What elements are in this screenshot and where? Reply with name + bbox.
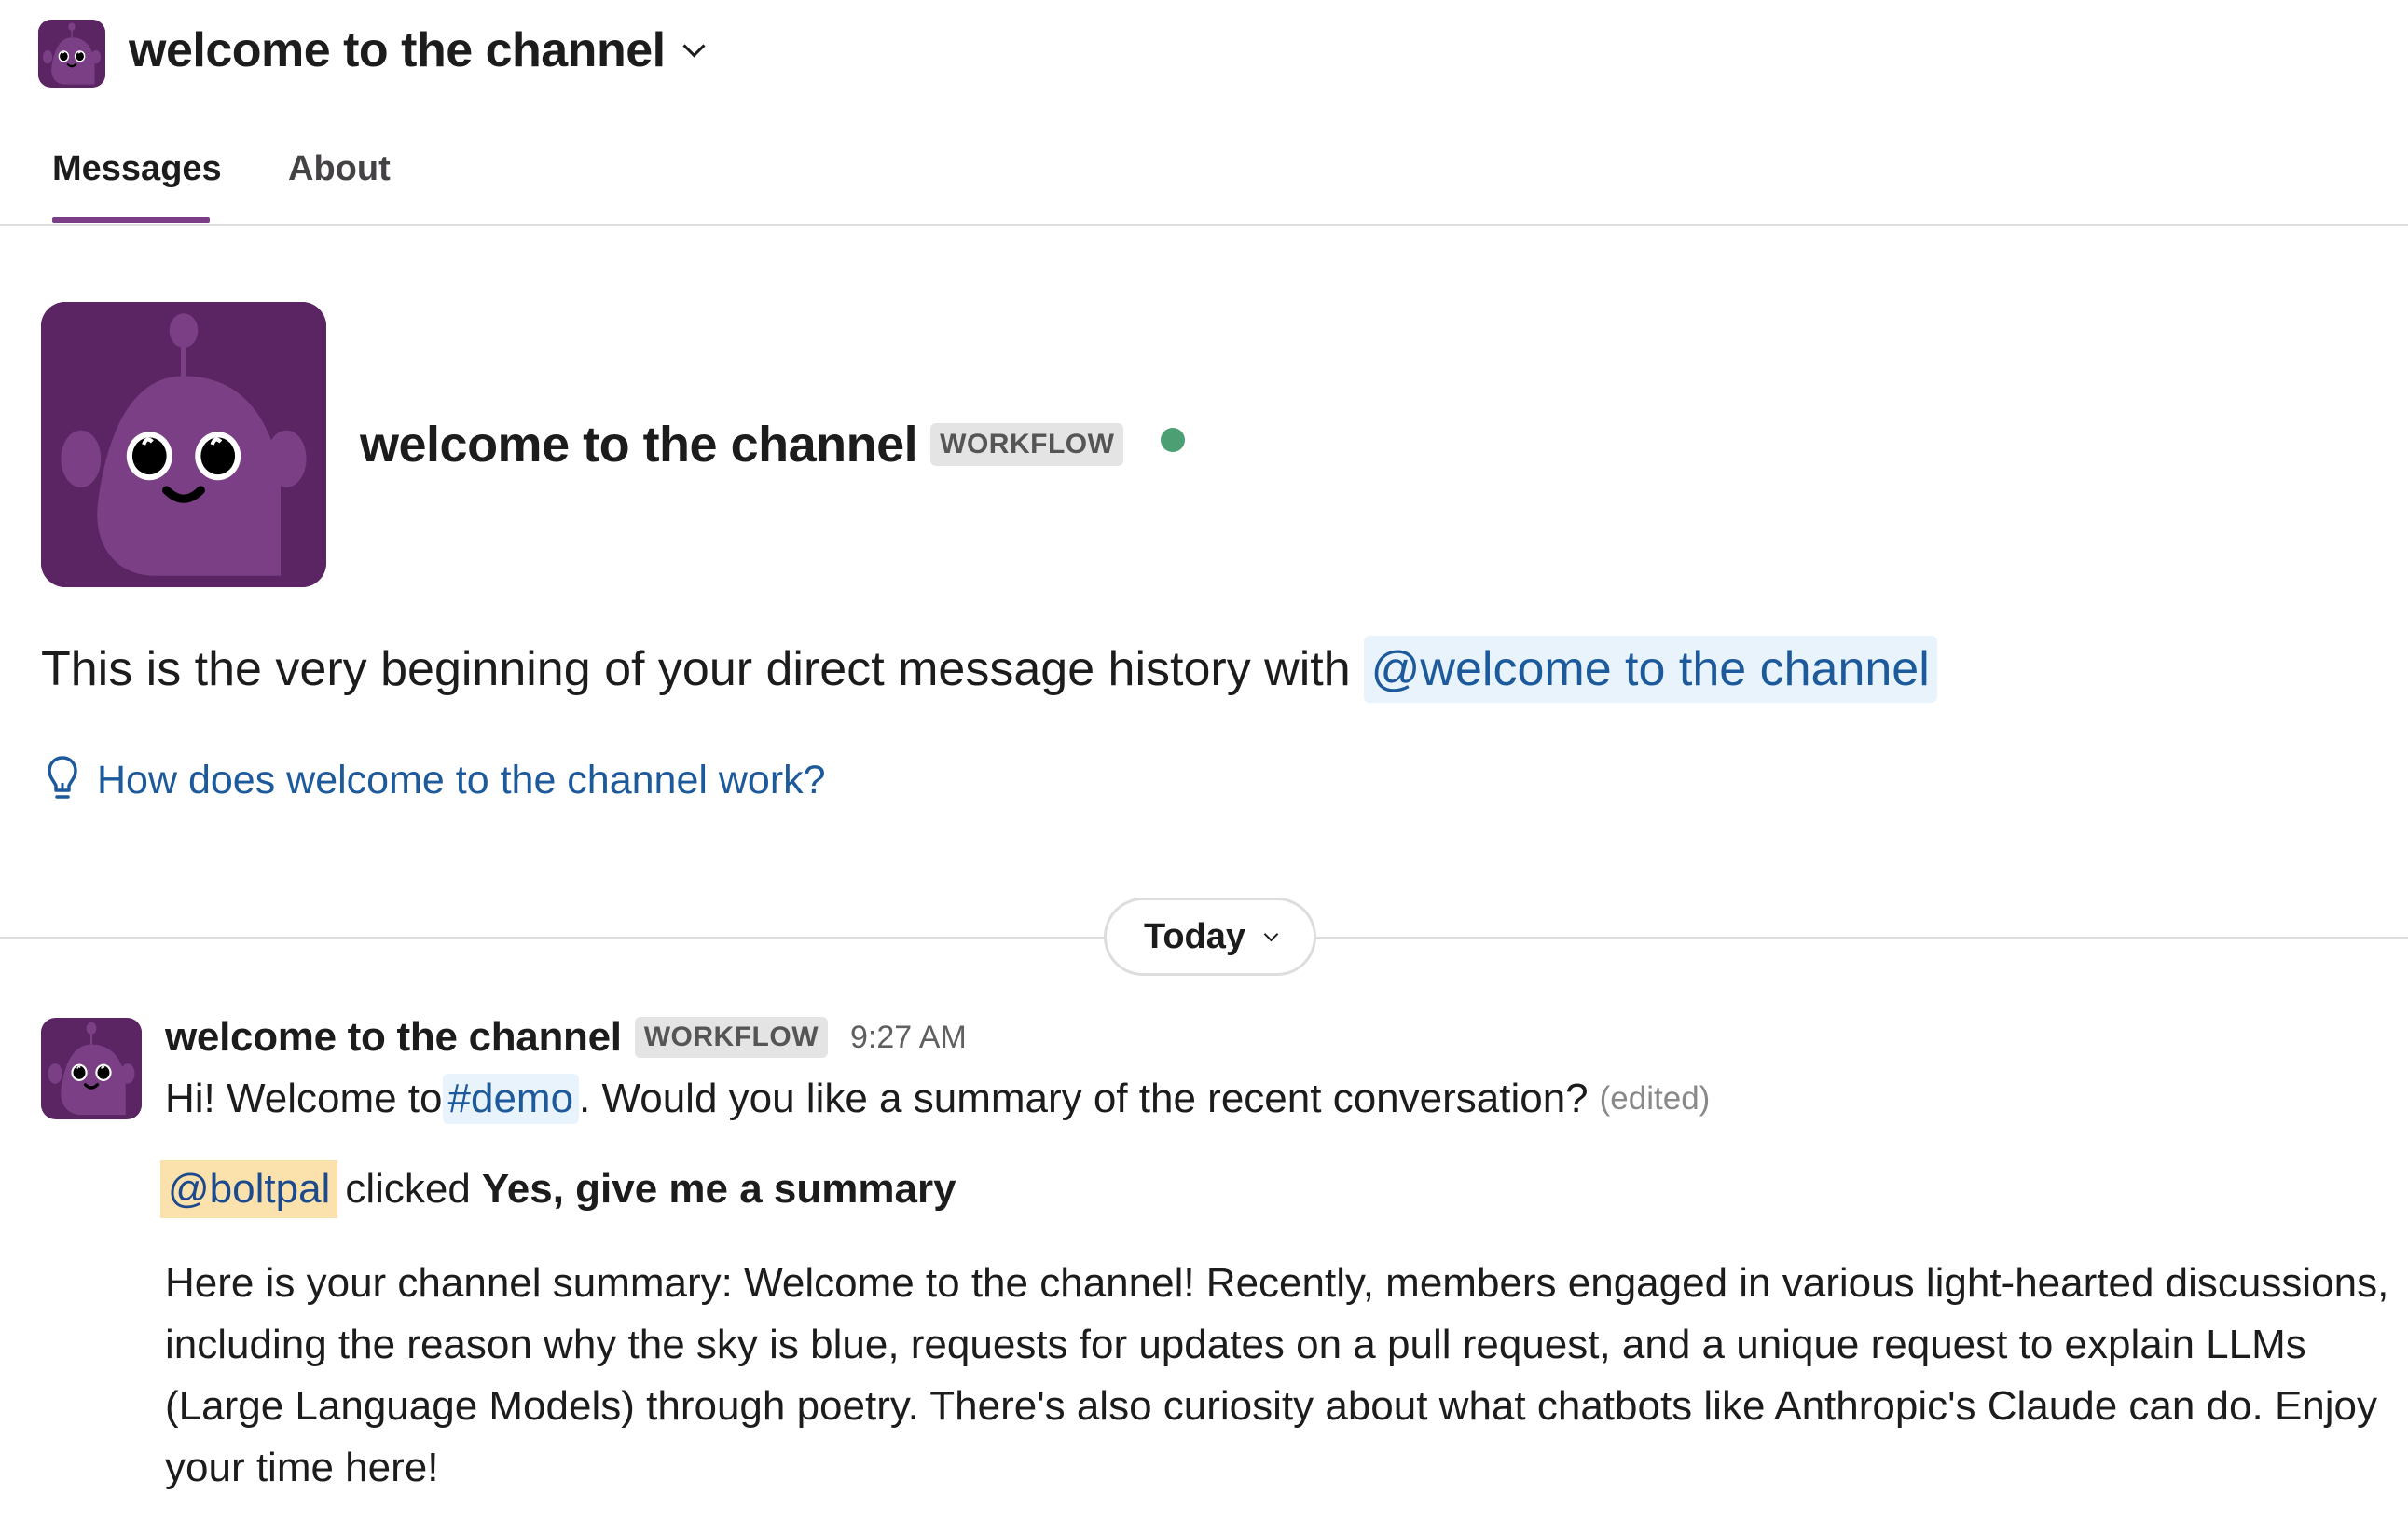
bot-mention-link[interactable]: @welcome to the channel xyxy=(1363,636,1937,703)
presence-online-icon xyxy=(1161,428,1186,452)
message-text-after: . Would you like a summary of the recent… xyxy=(579,1076,1589,1121)
how-it-works-label: How does welcome to the channel work? xyxy=(97,757,826,802)
robot-avatar-icon xyxy=(38,20,105,88)
clicked-verb: clicked xyxy=(345,1166,471,1212)
chevron-down-icon xyxy=(1263,926,1279,941)
message-text-before: Hi! Welcome to xyxy=(165,1076,443,1121)
edited-label: (edited) xyxy=(1599,1080,1711,1117)
intro-text: This is the very beginning of your direc… xyxy=(41,636,1937,703)
active-tab-indicator xyxy=(52,217,210,223)
robot-avatar-icon xyxy=(41,302,326,587)
message-timestamp[interactable]: 9:27 AM xyxy=(850,1020,967,1056)
intro-description: This is the very beginning of your direc… xyxy=(41,642,1351,696)
workflow-badge: WORKFLOW xyxy=(634,1017,829,1058)
bot-profile-avatar[interactable] xyxy=(41,302,326,587)
bot-name[interactable]: welcome to the channel xyxy=(360,416,918,473)
tab-about[interactable]: About xyxy=(288,149,391,189)
user-mention[interactable]: @boltpal xyxy=(160,1160,338,1218)
how-it-works-link[interactable]: How does welcome to the channel work? xyxy=(47,755,826,805)
message-avatar[interactable] xyxy=(41,1018,142,1119)
intro-header: welcome to the channel WORKFLOW xyxy=(360,416,1186,473)
channel-avatar xyxy=(38,20,105,88)
workflow-badge: WORKFLOW xyxy=(930,423,1124,466)
message-header: welcome to the channel WORKFLOW 9:27 AM xyxy=(165,1014,967,1061)
lightbulb-icon xyxy=(48,756,77,799)
channel-link[interactable]: #demo xyxy=(442,1074,580,1124)
robot-avatar-icon xyxy=(41,1018,142,1119)
button-click-notice: @boltpal clicked Yes, give me a summary xyxy=(160,1160,956,1218)
day-label: Today xyxy=(1143,916,1246,956)
channel-title: welcome to the channel xyxy=(129,23,666,77)
message-text: Hi! Welcome to #demo . Would you like a … xyxy=(165,1074,1710,1124)
chevron-down-icon xyxy=(682,34,706,58)
tab-messages[interactable]: Messages xyxy=(52,149,222,189)
jump-to-date-button[interactable]: Today xyxy=(1104,898,1316,976)
channel-title-button[interactable]: welcome to the channel xyxy=(129,22,706,78)
summary-text: Here is your channel summary: Welcome to… xyxy=(165,1260,2389,1490)
clicked-button-label: Yes, give me a summary xyxy=(481,1166,956,1212)
message-sender[interactable]: welcome to the channel xyxy=(165,1014,622,1061)
header-divider xyxy=(0,224,2408,226)
